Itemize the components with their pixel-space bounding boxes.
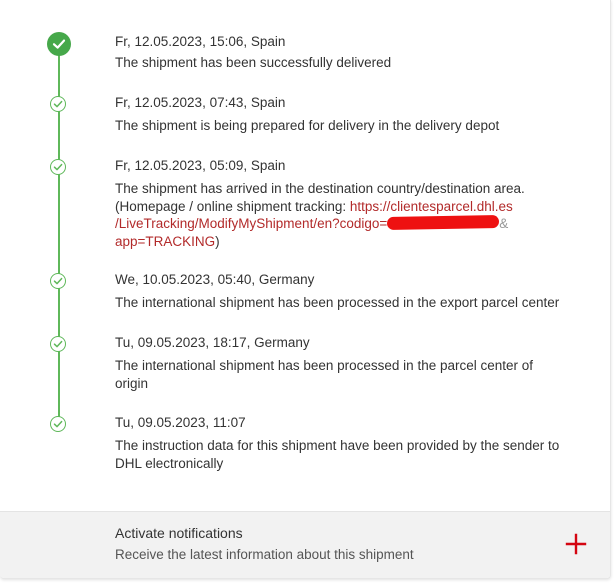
event-date: Tu, 09.05.2023, 18:17, Germany: [115, 335, 310, 350]
redaction-mark: [387, 215, 500, 230]
event-description: The international shipment has been proc…: [115, 358, 534, 391]
tracking-link-end[interactable]: app=TRACKING: [115, 234, 215, 249]
event-description: The instruction data for this shipment h…: [115, 438, 560, 471]
event-description: The international shipment has been proc…: [115, 295, 560, 310]
notifications-title: Activate notifications: [115, 525, 243, 541]
event-description-line: app=TRACKING): [115, 233, 575, 251]
shipment-history-card: Fr, 12.05.2023, 15:06, Spain The shipmen…: [0, 0, 611, 579]
tracking-link-continued[interactable]: /LiveTracking/ModifyMyShipment/en?codigo…: [115, 216, 387, 231]
event-description-line: The shipment has arrived in the destinat…: [115, 181, 525, 196]
tracking-link-ampersand[interactable]: &: [499, 216, 508, 231]
notifications-subtitle: Receive the latest information about thi…: [115, 547, 414, 562]
event-date: Fr, 12.05.2023, 05:09, Spain: [115, 158, 286, 173]
tracking-suffix-text: ): [215, 233, 220, 249]
check-circle-icon: [50, 273, 66, 289]
event-description: The shipment has arrived in the destinat…: [115, 180, 575, 250]
check-filled-icon: [47, 32, 71, 56]
event-description-line: (Homepage / online shipment tracking: ht…: [115, 198, 575, 216]
event-description: The shipment has been successfully deliv…: [115, 55, 392, 70]
event-description-line: /LiveTracking/ModifyMyShipment/en?codigo…: [115, 215, 575, 233]
tracking-prefix-text: (Homepage / online shipment tracking:: [115, 198, 350, 214]
event-date: Fr, 12.05.2023, 07:43, Spain: [115, 95, 286, 110]
event-date: Tu, 09.05.2023, 11:07: [115, 415, 246, 430]
notifications-panel[interactable]: Activate notifications Receive the lates…: [0, 511, 610, 578]
tracking-link[interactable]: https://clientesparcel.dhl.es: [350, 199, 513, 214]
check-circle-icon: [50, 96, 66, 112]
event-description: The shipment is being prepared for deliv…: [115, 118, 500, 133]
check-circle-icon: [50, 416, 66, 432]
check-circle-icon: [50, 159, 66, 175]
event-date: Fr, 12.05.2023, 15:06, Spain: [115, 34, 286, 49]
check-circle-icon: [50, 336, 66, 352]
plus-icon[interactable]: [562, 530, 590, 558]
event-date: We, 10.05.2023, 05:40, Germany: [115, 272, 315, 287]
